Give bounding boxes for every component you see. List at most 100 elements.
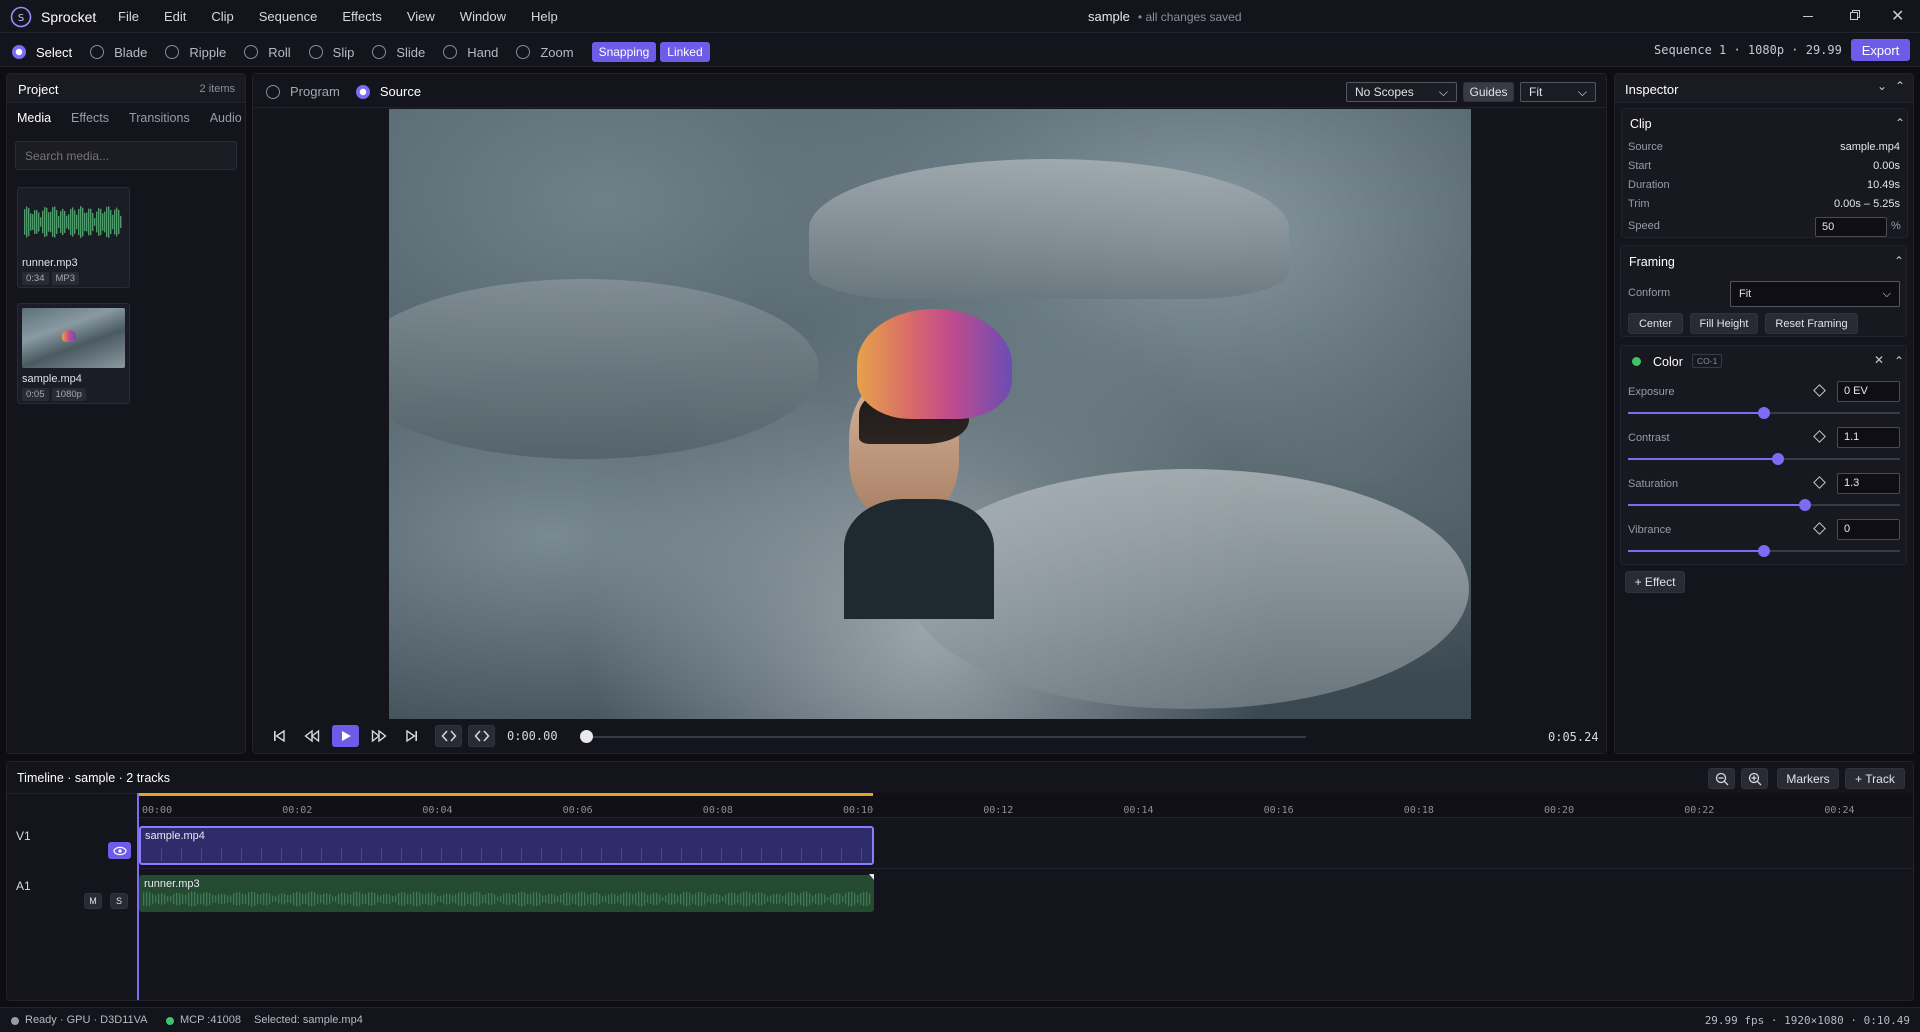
video-clip[interactable]: sample.mp4 bbox=[139, 826, 874, 865]
tool-roll[interactable]: Roll bbox=[244, 45, 291, 60]
collapse-all-icon[interactable]: ⌄ bbox=[1877, 79, 1887, 93]
enabled-dot-icon[interactable] bbox=[1632, 357, 1641, 366]
add-track-button[interactable]: + Track bbox=[1845, 768, 1905, 789]
radio-icon bbox=[266, 84, 280, 99]
program-radio[interactable]: Program bbox=[266, 84, 340, 99]
fast-forward-icon bbox=[371, 729, 387, 743]
audio-clip[interactable]: runner.mp3 bbox=[139, 875, 874, 912]
menu-window[interactable]: Window bbox=[460, 9, 506, 24]
project-tabs: Media Effects Transitions Audio bbox=[17, 111, 262, 125]
tool-select[interactable]: Select bbox=[12, 45, 72, 60]
minimize-icon[interactable] bbox=[1803, 16, 1813, 17]
vibrance-slider[interactable] bbox=[1628, 545, 1900, 557]
exposure-input[interactable]: 0 EV bbox=[1837, 381, 1900, 402]
scrub-handle[interactable] bbox=[580, 730, 593, 743]
tab-effects[interactable]: Effects bbox=[71, 111, 109, 125]
status-right: 29.99 fps · 1920×1080 · 0:10.49 bbox=[1704, 1014, 1910, 1027]
slider-knob[interactable] bbox=[1758, 545, 1770, 557]
media-item-runner[interactable]: runner.mp3 0:34 MP3 bbox=[17, 187, 130, 288]
menu-file[interactable]: File bbox=[118, 9, 139, 24]
scrub-bar[interactable] bbox=[580, 730, 1306, 743]
markers-button[interactable]: Markers bbox=[1777, 768, 1839, 789]
saturation-input[interactable]: 1.3 bbox=[1837, 473, 1900, 494]
solo-button[interactable]: S bbox=[110, 893, 128, 909]
speed-unit: % bbox=[1891, 220, 1901, 232]
playhead[interactable] bbox=[137, 793, 139, 1000]
center-button[interactable]: Center bbox=[1628, 313, 1683, 334]
tool-zoom[interactable]: Zoom bbox=[516, 45, 574, 60]
radio-icon bbox=[443, 45, 458, 59]
menu-help[interactable]: Help bbox=[531, 9, 558, 24]
mark-out-icon bbox=[473, 730, 490, 742]
slider-knob[interactable] bbox=[1771, 453, 1784, 465]
collapse-clip-icon[interactable]: ⌃ bbox=[1895, 116, 1905, 130]
media-item-sample[interactable]: sample.mp4 0:05 1080p bbox=[17, 303, 130, 404]
restore-icon[interactable] bbox=[1850, 10, 1860, 20]
play-button[interactable] bbox=[332, 725, 359, 747]
mark-out-button[interactable] bbox=[468, 725, 495, 747]
zoom-out-button[interactable] bbox=[1708, 768, 1735, 789]
fill-height-button[interactable]: Fill Height bbox=[1690, 313, 1758, 334]
go-to-end-button[interactable] bbox=[399, 725, 425, 747]
search-media-input[interactable] bbox=[15, 141, 237, 170]
ruler-tick-label: 00:12 bbox=[983, 805, 1014, 816]
tool-hand[interactable]: Hand bbox=[443, 45, 498, 60]
media-name: sample.mp4 bbox=[22, 373, 82, 385]
go-to-start-button[interactable] bbox=[266, 725, 292, 747]
menu-view[interactable]: View bbox=[407, 9, 435, 24]
menu-sequence[interactable]: Sequence bbox=[259, 9, 318, 24]
reset-framing-button[interactable]: Reset Framing bbox=[1765, 313, 1858, 334]
exposure-slider[interactable] bbox=[1628, 407, 1900, 419]
contrast-slider[interactable] bbox=[1628, 453, 1900, 465]
tool-blade[interactable]: Blade bbox=[90, 45, 147, 60]
tab-audio[interactable]: Audio bbox=[210, 111, 242, 125]
zoom-in-button[interactable] bbox=[1741, 768, 1768, 789]
audio-thumbnail bbox=[22, 192, 125, 252]
sprocket-logo-icon: S bbox=[10, 6, 32, 28]
scopes-select[interactable]: No Scopes ⌵ bbox=[1346, 82, 1457, 102]
video-clip-label: sample.mp4 bbox=[145, 830, 205, 842]
tool-ripple[interactable]: Ripple bbox=[165, 45, 226, 60]
contrast-input[interactable]: 1.1 bbox=[1837, 427, 1900, 448]
skip-forward-icon bbox=[406, 729, 417, 743]
source-radio[interactable]: Source bbox=[355, 84, 421, 99]
zoom-out-icon bbox=[1715, 772, 1728, 785]
mark-in-button[interactable] bbox=[435, 725, 462, 747]
slider-knob[interactable] bbox=[1758, 407, 1770, 419]
slider-knob[interactable] bbox=[1798, 499, 1811, 511]
audio-waveform bbox=[143, 891, 871, 907]
play-icon bbox=[341, 731, 351, 741]
clip-section-title: Clip bbox=[1630, 117, 1652, 131]
rewind-button[interactable] bbox=[299, 725, 325, 747]
speed-input[interactable]: 50 bbox=[1815, 217, 1887, 237]
fast-forward-button[interactable] bbox=[366, 725, 392, 747]
conform-select[interactable]: Fit ⌵ bbox=[1730, 281, 1900, 307]
tab-transitions[interactable]: Transitions bbox=[129, 111, 190, 125]
add-effect-button[interactable]: + Effect bbox=[1625, 571, 1685, 593]
expand-all-icon[interactable]: ⌃ bbox=[1895, 79, 1905, 93]
ruler-tick-label: 00:24 bbox=[1824, 805, 1855, 816]
menu-effects[interactable]: Effects bbox=[342, 9, 382, 24]
export-button[interactable]: Export bbox=[1851, 39, 1910, 61]
track-visibility-toggle[interactable] bbox=[108, 842, 131, 859]
close-window-icon[interactable]: ✕ bbox=[1891, 6, 1904, 26]
fit-select[interactable]: Fit ⌵ bbox=[1520, 82, 1596, 102]
collapse-color-icon[interactable]: ⌃ bbox=[1894, 354, 1904, 368]
remove-effect-icon[interactable]: ✕ bbox=[1874, 353, 1884, 367]
app-name: Sprocket bbox=[41, 9, 97, 25]
saturation-slider[interactable] bbox=[1628, 499, 1900, 511]
snapping-toggle[interactable]: Snapping bbox=[591, 42, 657, 62]
tab-media[interactable]: Media bbox=[17, 111, 51, 125]
menu-edit[interactable]: Edit bbox=[164, 9, 186, 24]
time-ruler[interactable] bbox=[138, 793, 1913, 818]
tool-slip[interactable]: Slip bbox=[308, 45, 354, 60]
mute-button[interactable]: M bbox=[84, 893, 102, 909]
vibrance-input[interactable]: 0 bbox=[1837, 519, 1900, 540]
work-range-bar[interactable] bbox=[138, 793, 873, 796]
guides-button[interactable]: Guides bbox=[1463, 82, 1514, 102]
collapse-framing-icon[interactable]: ⌃ bbox=[1894, 254, 1904, 268]
tool-slide[interactable]: Slide bbox=[372, 45, 425, 60]
menu-clip[interactable]: Clip bbox=[211, 9, 233, 24]
linked-toggle[interactable]: Linked bbox=[660, 42, 710, 62]
video-frame[interactable] bbox=[389, 109, 1471, 719]
